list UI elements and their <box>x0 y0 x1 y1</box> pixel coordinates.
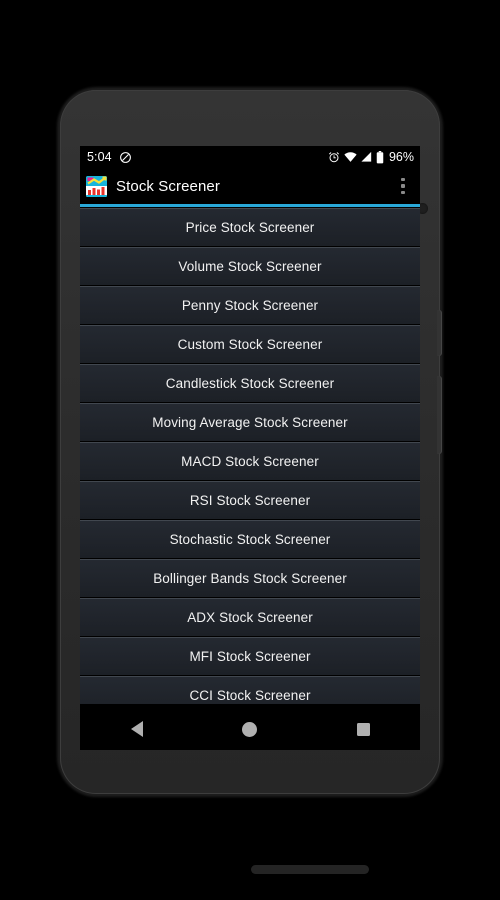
do-not-disturb-icon <box>119 151 132 164</box>
back-button[interactable] <box>109 708 165 750</box>
list-item[interactable]: Moving Average Stock Screener <box>80 403 420 441</box>
phone-screen: 5:04 96% Stock Screener Price Stock Scre… <box>80 146 420 750</box>
list-item[interactable]: Candlestick Stock Screener <box>80 364 420 402</box>
screener-list[interactable]: Price Stock Screener Volume Stock Screene… <box>80 207 420 704</box>
bottom-speaker-grille <box>251 865 369 874</box>
recents-icon <box>356 722 370 736</box>
list-item-label: Candlestick Stock Screener <box>165 376 335 391</box>
power-button[interactable] <box>437 310 442 356</box>
list-item-label: Penny Stock Screener <box>181 298 319 313</box>
volume-button[interactable] <box>437 376 442 454</box>
list-item[interactable]: Penny Stock Screener <box>80 286 420 324</box>
list-item[interactable]: RSI Stock Screener <box>80 481 420 519</box>
list-item-label: MFI Stock Screener <box>189 649 311 664</box>
overflow-dot <box>401 177 405 182</box>
battery-percent-label: 96% <box>388 150 414 164</box>
list-item[interactable]: MACD Stock Screener <box>80 442 420 480</box>
list-item[interactable]: CCI Stock Screener <box>80 676 420 704</box>
home-icon <box>242 721 258 737</box>
cellular-signal-icon <box>361 151 372 163</box>
list-item-label: Moving Average Stock Screener <box>152 415 348 430</box>
list-item-label: RSI Stock Screener <box>189 493 311 508</box>
recents-button[interactable] <box>335 708 391 750</box>
status-bar-left: 5:04 <box>87 150 132 164</box>
alarm-clock-icon <box>328 151 340 163</box>
overflow-menu-icon[interactable] <box>390 171 416 201</box>
list-item[interactable]: ADX Stock Screener <box>80 598 420 636</box>
list-item[interactable]: Stochastic Stock Screener <box>80 520 420 558</box>
app-title: Stock Screener <box>116 177 220 195</box>
list-item-label: Custom Stock Screener <box>177 337 323 352</box>
list-item[interactable]: Volume Stock Screener <box>80 247 420 285</box>
back-icon <box>130 721 143 737</box>
list-item-label: CCI Stock Screener <box>189 688 311 703</box>
list-item[interactable]: Custom Stock Screener <box>80 325 420 363</box>
status-bar: 5:04 96% <box>80 146 420 168</box>
list-item-label: ADX Stock Screener <box>187 610 313 625</box>
wifi-icon <box>344 151 357 163</box>
home-button[interactable] <box>222 708 278 750</box>
status-clock: 5:04 <box>87 150 112 164</box>
list-item-label: MACD Stock Screener <box>181 454 319 469</box>
screenshot-root: 5:04 96% Stock Screener Price Stock Scre… <box>0 0 500 900</box>
action-bar: Stock Screener <box>80 168 420 204</box>
list-item[interactable]: MFI Stock Screener <box>80 637 420 675</box>
stock-chart-app-icon <box>86 175 107 197</box>
list-item[interactable]: Price Stock Screener <box>80 208 420 246</box>
list-item-label: Price Stock Screener <box>185 220 315 235</box>
status-bar-right: 96% <box>328 150 414 164</box>
battery-icon <box>376 150 384 164</box>
list-item-label: Bollinger Bands Stock Screener <box>153 571 347 586</box>
list-item-label: Stochastic Stock Screener <box>169 532 331 547</box>
navigation-bar <box>80 708 420 750</box>
list-item-label: Volume Stock Screener <box>178 259 322 274</box>
overflow-dot <box>401 184 405 188</box>
list-item[interactable]: Bollinger Bands Stock Screener <box>80 559 420 597</box>
overflow-dot <box>401 190 405 195</box>
